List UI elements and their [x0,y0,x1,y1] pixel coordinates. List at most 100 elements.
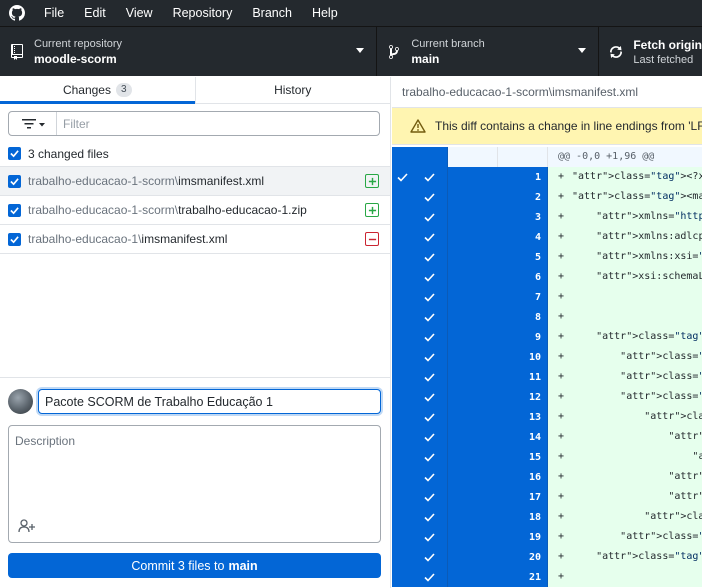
select-all-checkbox[interactable] [8,147,21,160]
menu-view[interactable]: View [116,0,163,26]
line-number: 18 [498,507,548,527]
fetch-origin-button[interactable]: Fetch origin Last fetched [599,27,702,76]
line-check-icon[interactable] [392,467,412,487]
diff-line[interactable]: 3+ "attr">xmlns="http://www.imsglobal.or… [392,207,702,227]
hunk-select-toggle[interactable] [392,147,412,167]
line-include-icon[interactable] [412,167,448,187]
line-check-icon[interactable] [392,207,412,227]
line-include-icon[interactable] [412,487,448,507]
diff-line[interactable]: 6+ "attr">xsi:schemaLocation="http://www… [392,267,702,287]
filter-input[interactable] [57,116,379,131]
commit-button[interactable]: Commit 3 files to main [8,553,381,578]
line-include-icon[interactable] [412,427,448,447]
current-repository-button[interactable]: Current repository moodle-scorm [0,27,378,76]
line-check-icon[interactable] [392,307,412,327]
diff-line[interactable]: 19+ "attr">class="tag"></lom> [392,527,702,547]
line-include-icon[interactable] [412,267,448,287]
line-include-icon[interactable] [412,207,448,227]
diff-panel: trabalho-educacao-1-scorm\imsmanifest.xm… [392,77,702,588]
line-include-icon[interactable] [412,367,448,387]
diff-line[interactable]: 5+ "attr">xmlns:xsi="http://www.w3.org" [392,247,702,267]
line-include-icon[interactable] [412,287,448,307]
line-include-icon[interactable] [412,227,448,247]
file-row[interactable]: trabalho-educacao-1-scorm\ trabalho-educa… [0,196,390,225]
line-check-icon[interactable] [392,187,412,207]
file-dir: trabalho-educacao-1\ [28,232,142,246]
line-check-icon[interactable] [392,507,412,527]
line-include-icon[interactable] [412,407,448,427]
menu-edit[interactable]: Edit [74,0,116,26]
line-include-icon[interactable] [412,507,448,527]
line-include-icon[interactable] [412,347,448,367]
commit-description-input[interactable] [9,426,380,511]
file-checkbox[interactable] [8,203,21,217]
file-row[interactable]: trabalho-educacao-1\ imsmanifest.xml [0,225,390,254]
line-include-icon[interactable] [412,327,448,347]
diff-line[interactable]: 10+ "attr">class="tag"><schema>ADL SCORM… [392,347,702,367]
line-check-icon[interactable] [392,447,412,467]
diff-line[interactable]: 21 + [392,567,702,587]
line-include-icon[interactable] [412,567,448,587]
line-check-icon[interactable] [392,387,412,407]
diff-line-text: + "attr">xmlns:xsi="http://www.w3.org" [548,247,702,267]
line-check-icon[interactable] [392,367,412,387]
line-check-icon[interactable] [392,247,412,267]
branch-name: main [411,51,440,66]
changes-count-badge: 3 [115,83,132,97]
line-check-icon[interactable] [392,547,412,567]
line-include-icon[interactable] [412,527,448,547]
diff-line[interactable]: 9+ "attr">class="tag"><metadata> [392,327,702,347]
diff-line[interactable]: 15+ "attr">class="tag"><string>C [392,447,702,467]
line-check-icon[interactable] [392,407,412,427]
diff-line[interactable]: 7+ http://www [392,287,702,307]
file-removed-icon [365,232,379,246]
menu-repository[interactable]: Repository [163,0,243,26]
line-check-icon[interactable] [392,567,412,587]
line-check-icon[interactable] [392,287,412,307]
line-check-icon[interactable] [392,227,412,247]
diff-line[interactable]: 2+"attr">class="tag"><manifest "attr">id… [392,187,702,207]
diff-line[interactable]: 12+ "attr">class="tag"><lom> [392,387,702,407]
diff-line[interactable]: 1+"attr">class="tag"><?xml "attr">versio… [392,167,702,187]
line-check-icon[interactable] [392,167,412,187]
tab-changes[interactable]: Changes 3 [0,77,195,104]
commit-summary-input[interactable] [38,389,381,414]
line-include-icon[interactable] [412,447,448,467]
filter-options-button[interactable] [9,112,57,135]
diff-line[interactable]: 14+ "attr">class="tag"><title> [392,427,702,447]
menu-help[interactable]: Help [302,0,348,26]
diff-line[interactable]: 11+ "attr">class="tag"><schemaversion>1.… [392,367,702,387]
diff-line[interactable]: 20+ "attr">class="tag"></metadata> [392,547,702,567]
menu-branch[interactable]: Branch [242,0,302,26]
file-checkbox[interactable] [8,232,21,246]
diff-line[interactable]: 13+ "attr">class="tag"><general> [392,407,702,427]
line-check-icon[interactable] [392,527,412,547]
diff-line[interactable]: 18+ "attr">class="tag"></general> [392,507,702,527]
diff-line[interactable]: 8 + [392,307,702,327]
current-branch-button[interactable]: Current branch main [377,27,600,76]
line-include-icon[interactable] [412,467,448,487]
line-check-icon[interactable] [392,427,412,447]
file-name: trabalho-educacao-1.zip [178,203,307,217]
line-check-icon[interactable] [392,267,412,287]
file-checkbox[interactable] [8,174,21,188]
avatar [8,389,33,414]
line-include-icon[interactable] [412,307,448,327]
line-check-icon[interactable] [392,347,412,367]
add-coauthor-button[interactable] [18,518,38,534]
diff-line[interactable]: 17+ "attr">class="tag"><language>pt-BR [392,487,702,507]
line-include-icon[interactable] [412,387,448,407]
line-include-icon[interactable] [412,547,448,567]
repository-name: moodle-scorm [34,51,117,66]
tab-history[interactable]: History [194,77,391,103]
file-added-icon [365,203,379,217]
diff-line[interactable]: 4+ "attr">xmlns:adlcp="http://www.adlnet… [392,227,702,247]
diff-line[interactable]: 16+ "attr">class="tag"></title> [392,467,702,487]
line-check-icon[interactable] [392,487,412,507]
line-number: 21 [498,567,548,587]
menu-file[interactable]: File [34,0,74,26]
line-include-icon[interactable] [412,187,448,207]
file-row[interactable]: trabalho-educacao-1-scorm\ imsmanifest.xm… [0,167,390,196]
line-include-icon[interactable] [412,247,448,267]
line-check-icon[interactable] [392,327,412,347]
